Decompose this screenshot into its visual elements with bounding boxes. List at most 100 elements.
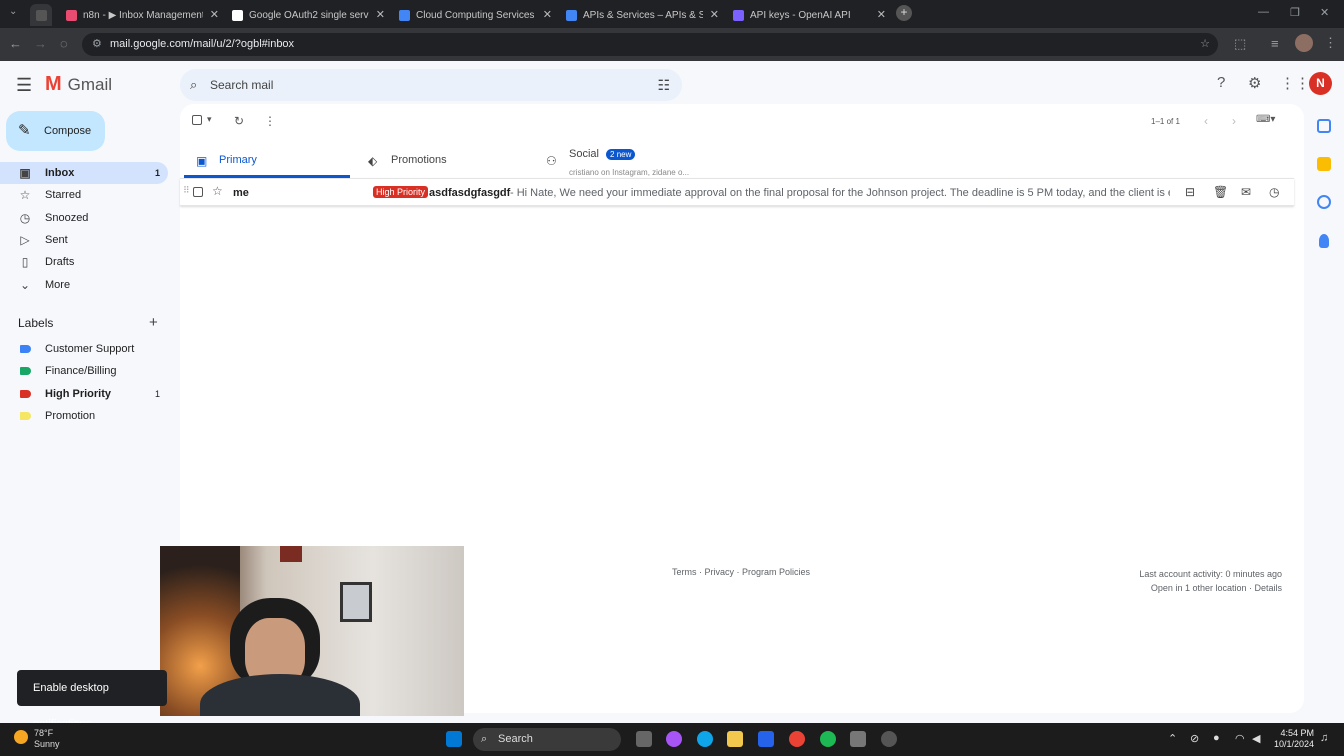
email-row[interactable]: ⠿ ☆ me High Priority asdfasdgfasgdf - Hi… (180, 178, 1294, 206)
nav-item-snoozed[interactable]: ◷ Snoozed (0, 207, 168, 229)
tab-primary[interactable]: ▣ Primary (184, 144, 350, 178)
email-checkbox[interactable] (193, 187, 203, 197)
minimize-icon[interactable]: — (1258, 6, 1269, 18)
label-item-customer-support[interactable]: Customer Support (0, 338, 168, 360)
footer-links[interactable]: Terms · Privacy · Program Policies (672, 567, 810, 577)
media-control-icon[interactable]: ≡ (1271, 36, 1279, 51)
new-tab-plus-icon[interactable]: + (896, 5, 912, 21)
mark-unread-icon[interactable]: ✉ (1241, 185, 1251, 199)
weather-widget[interactable]: 78°F Sunny (14, 728, 60, 750)
snooze-clock-icon[interactable]: ◷ (1269, 185, 1279, 199)
url-field[interactable]: ⚙ mail.google.com/mail/u/2/?ogbl#inbox ☆ (82, 33, 1218, 56)
tray-overflow-chevron-icon[interactable]: ⌃ (1168, 732, 1177, 745)
inbox-icon: ▣ (19, 166, 31, 180)
network-off-icon[interactable]: ⊘ (1190, 732, 1199, 745)
back-arrow-icon[interactable]: ← (9, 36, 22, 51)
star-icon[interactable]: ☆ (212, 184, 223, 198)
extensions-icon[interactable]: ⬚ (1234, 36, 1246, 52)
copilot-icon[interactable] (666, 731, 682, 747)
nav-item-more[interactable]: ⌄ More (0, 274, 168, 296)
taskbar-clock[interactable]: 4:54 PM 10/1/2024 (1274, 728, 1314, 750)
label-name: Customer Support (45, 343, 135, 355)
label-badge[interactable]: High Priority (373, 186, 429, 198)
tasks-side-icon[interactable] (1317, 195, 1331, 209)
window-close-icon[interactable]: ✕ (1320, 6, 1329, 19)
label-color-icon (20, 390, 31, 398)
browser-menu-icon[interactable]: ⋮ (1324, 35, 1337, 51)
tab-apis-services[interactable]: APIs & Services – APIs & Servic ✕ (560, 4, 725, 26)
tab-google-oauth[interactable]: Google OAuth2 single service | ✕ (226, 4, 391, 26)
activity-details-link[interactable]: Open in 1 other location · Details (1139, 581, 1282, 595)
search-icon[interactable]: ⌕ (190, 69, 197, 101)
tab-openai-api-keys[interactable]: API keys - OpenAI API ✕ (727, 4, 892, 26)
wifi-icon[interactable]: ◠ (1235, 732, 1245, 745)
search-options-icon[interactable]: ☷ (657, 69, 670, 101)
tag-icon: ⬖ (368, 154, 378, 168)
help-icon[interactable]: ? (1217, 74, 1225, 91)
gmail-logo[interactable]: M Gmail (45, 73, 112, 96)
desktop-notifications-toast[interactable]: Enable desktop notifications (17, 670, 167, 730)
tab-gmail[interactable] (30, 4, 52, 26)
task-view-icon[interactable] (636, 731, 652, 747)
close-tab-icon[interactable]: ✕ (210, 8, 219, 21)
next-page-icon[interactable]: › (1232, 114, 1236, 128)
file-explorer-icon[interactable] (727, 731, 743, 747)
tab-social[interactable]: ⚇ Social 2 new cristiano on Instagram, z… (534, 144, 710, 178)
forward-arrow-icon[interactable]: → (34, 36, 47, 51)
nav-item-sent[interactable]: ▷ Sent (0, 229, 168, 251)
restore-icon[interactable]: ❐ (1290, 6, 1300, 19)
app-icon[interactable] (881, 731, 897, 747)
search-input[interactable]: ⌕ Search mail ☷ (180, 69, 682, 101)
prev-page-icon[interactable]: ‹ (1204, 114, 1208, 128)
site-info-icon[interactable]: ⚙ (92, 33, 102, 56)
label-item-promotion[interactable]: Promotion (0, 405, 168, 427)
bookmark-star-icon[interactable]: ☆ (1200, 33, 1210, 56)
search-placeholder: Search mail (210, 78, 274, 92)
main-menu-icon[interactable]: ☰ (16, 75, 32, 96)
google-apps-icon[interactable]: ⋮⋮ (1280, 74, 1310, 92)
settings-gear-icon[interactable]: ⚙ (1248, 74, 1261, 92)
close-tab-icon[interactable]: ✕ (877, 8, 886, 21)
label-item-high-priority[interactable]: High Priority 1 (0, 383, 168, 405)
taskbar-search[interactable]: ⌕ Search (473, 728, 621, 751)
nav-item-starred[interactable]: ☆ Starred (0, 184, 168, 206)
gmail-m-logo-icon: M (45, 73, 62, 95)
notifications-bell-icon[interactable]: ♫ (1320, 732, 1328, 744)
delete-trash-icon[interactable]: 🗑 (1213, 185, 1228, 199)
archive-icon[interactable]: ⊟ (1185, 185, 1195, 199)
tab-promotions[interactable]: ⬖ Promotions (356, 144, 532, 178)
camera-app-icon[interactable] (850, 731, 866, 747)
spotify-icon[interactable] (820, 731, 836, 747)
volume-icon[interactable]: ◀ (1252, 732, 1260, 745)
input-tools-keyboard-icon[interactable]: ⌨▾ (1256, 114, 1275, 125)
compose-button[interactable]: ✎ Compose (6, 111, 105, 151)
microphone-icon[interactable]: ● (1213, 732, 1220, 744)
labels-heading: Labels (18, 316, 54, 330)
select-all-checkbox[interactable] (192, 115, 202, 125)
close-tab-icon[interactable]: ✕ (543, 8, 552, 21)
microsoft-store-icon[interactable] (758, 731, 774, 747)
profile-avatar-icon[interactable] (1295, 34, 1313, 52)
close-tab-icon[interactable]: ✕ (710, 8, 719, 21)
more-actions-icon[interactable]: ⋮ (264, 114, 276, 128)
label-item-finance-billing[interactable]: Finance/Billing (0, 360, 168, 382)
add-label-plus-icon[interactable]: + (149, 314, 158, 331)
contacts-side-icon[interactable] (1319, 234, 1329, 248)
tab-n8n[interactable]: n8n - ▶ Inbox Management ✕ (60, 4, 225, 26)
select-dropdown-chevron-icon[interactable]: ▾ (207, 114, 212, 125)
nav-item-inbox[interactable]: ▣ Inbox 1 (0, 162, 168, 184)
windows-start-icon[interactable] (446, 731, 462, 747)
nav-item-drafts[interactable]: ▯ Drafts (0, 251, 168, 273)
chrome-icon[interactable] (789, 731, 805, 747)
pencil-icon: ✎ (18, 122, 31, 139)
keep-side-icon[interactable] (1317, 157, 1331, 171)
weather-condition: Sunny (34, 739, 60, 749)
refresh-icon[interactable]: ↻ (234, 114, 244, 128)
drag-handle-icon[interactable]: ⠿ (183, 185, 190, 196)
account-avatar[interactable]: N (1309, 72, 1332, 95)
tab-search-chevron-icon[interactable]: ⌄ (9, 6, 17, 17)
edge-browser-icon[interactable] (697, 731, 713, 747)
close-tab-icon[interactable]: ✕ (376, 8, 385, 21)
tab-cloud-computing[interactable]: Cloud Computing Services | Go ✕ (393, 4, 558, 26)
calendar-side-icon[interactable] (1317, 119, 1331, 133)
